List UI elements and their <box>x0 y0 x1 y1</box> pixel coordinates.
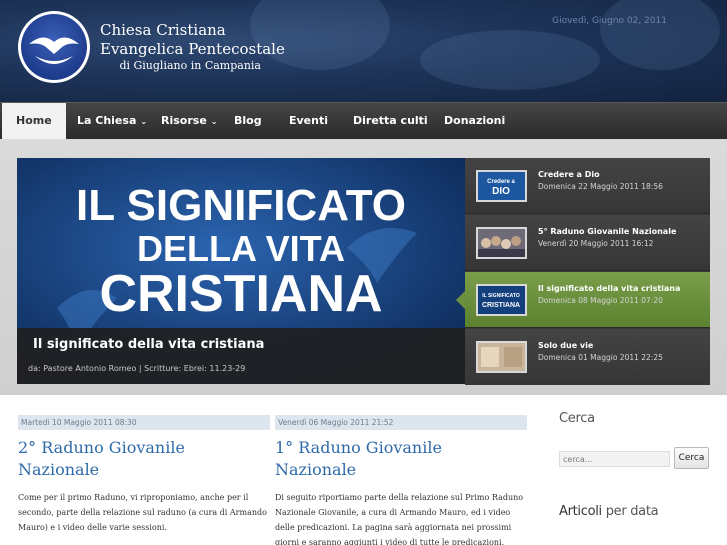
search-button[interactable]: Cerca <box>674 447 709 469</box>
article-title[interactable]: 2° Raduno Giovanile Nazionale <box>18 437 270 481</box>
article-title[interactable]: 1° Raduno Giovanile Nazionale <box>275 437 527 481</box>
thumb-title: 5° Raduno Giovanile Nazionale <box>538 227 677 236</box>
dove-icon <box>21 14 87 80</box>
thumb-date: Domenica 01 Maggio 2011 22:25 <box>538 353 663 362</box>
nav-eventi[interactable]: Eventi <box>289 103 328 140</box>
article-item: Venerdì 06 Maggio 2011 21:52 1° Raduno G… <box>275 415 527 545</box>
nav-home[interactable]: Home <box>2 103 66 140</box>
slide-caption: Il significato della vita cristiana da: … <box>17 328 465 384</box>
archive-title-rest: per data <box>601 504 659 519</box>
thumb-image <box>476 341 527 373</box>
site-subtitle: di Giugliano in Campania <box>119 59 261 72</box>
site-title-line1: Chiesa Cristiana <box>100 21 226 39</box>
thumb-date: Domenica 08 Maggio 2011 07:20 <box>538 296 663 305</box>
thumb-item[interactable]: Credere a DIO Credere a Dio Domenica 22 … <box>465 158 710 214</box>
article-excerpt: Di seguito riportiamo parte della relazi… <box>275 493 524 545</box>
thumb-image-line2: DIO <box>492 186 510 197</box>
thumb-title: Il significato della vita cristiana <box>538 284 681 293</box>
chevron-down-icon: ⌄ <box>140 117 148 126</box>
banner-line1: IL SIGNIFICATO <box>76 181 406 230</box>
current-date: Giovedì, Giugno 02, 2011 <box>552 16 667 26</box>
thumb-item[interactable]: 5° Raduno Giovanile Nazionale Venerdì 20… <box>465 215 710 271</box>
thumb-image: Credere a DIO <box>476 170 527 202</box>
chevron-down-icon: ⌄ <box>210 117 218 126</box>
thumb-image: IL SIGNIFICATO CRISTIANA <box>476 284 527 316</box>
article-date: Venerdì 06 Maggio 2011 21:52 <box>275 415 527 430</box>
nav-diretta-culti-label: Diretta culti <box>353 114 428 127</box>
nav-blog-label: Blog <box>234 114 262 127</box>
thumb-image-line1: IL SIGNIFICATO <box>482 293 520 299</box>
thumb-date: Domenica 22 Maggio 2011 18:56 <box>538 182 663 191</box>
thumb-title: Credere a Dio <box>538 170 600 179</box>
search-input[interactable] <box>559 451 670 467</box>
nav-donazioni[interactable]: Donazioni <box>444 103 505 140</box>
thumb-date: Venerdì 20 Maggio 2011 16:12 <box>538 239 654 248</box>
site-header: Chiesa Cristiana Evangelica Pentecostale… <box>0 0 727 102</box>
nav-la-chiesa-label: La Chiesa <box>77 114 137 127</box>
archive-widget-title: Articoli per data <box>559 504 659 519</box>
site-title-line2: Evangelica Pentecostale <box>100 40 285 58</box>
article-item: Martedì 10 Maggio 2011 08:30 2° Raduno G… <box>18 415 270 535</box>
church-logo[interactable] <box>18 11 90 83</box>
nav-blog[interactable]: Blog <box>234 103 262 140</box>
main-nav: Home La Chiesa ⌄ Risorse ⌄ Blog Eventi Dir… <box>0 102 727 140</box>
slider-thumbnails: Credere a DIO Credere a Dio Domenica 22 … <box>456 158 710 385</box>
slide-caption-title[interactable]: Il significato della vita cristiana <box>33 337 264 352</box>
article-excerpt: Come per il primo Raduno, vi riproponiam… <box>18 493 267 532</box>
nav-home-label: Home <box>16 114 52 127</box>
site-title[interactable]: Chiesa Cristiana Evangelica Pentecostale <box>100 21 285 59</box>
thumb-item-active[interactable]: IL SIGNIFICATO CRISTIANA Il significato … <box>456 272 710 328</box>
banner-line3: CRISTIANA <box>99 265 382 323</box>
nav-risorse-label: Risorse <box>161 114 207 127</box>
thumb-image <box>476 227 527 259</box>
slide-caption-meta: da: Pastore Antonio Romeo | Scritture: E… <box>28 364 246 373</box>
nav-diretta-culti[interactable]: Diretta culti <box>353 103 428 140</box>
thumb-item[interactable]: Solo due vie Domenica 01 Maggio 2011 22:… <box>465 329 710 385</box>
thumb-image-line2: CRISTIANA <box>482 302 520 309</box>
search-widget-title: Cerca <box>559 411 595 426</box>
thumb-image-line1: Credere a <box>487 179 515 185</box>
nav-risorse[interactable]: Risorse ⌄ <box>161 103 217 140</box>
nav-la-chiesa[interactable]: La Chiesa ⌄ <box>77 103 147 140</box>
nav-eventi-label: Eventi <box>289 114 329 127</box>
article-date: Martedì 10 Maggio 2011 08:30 <box>18 415 270 430</box>
nav-donazioni-label: Donazioni <box>444 114 506 127</box>
banner-line2: DELLA VITA <box>137 228 345 269</box>
thumb-title: Solo due vie <box>538 341 594 350</box>
archive-title-bold: Articoli <box>559 504 602 519</box>
